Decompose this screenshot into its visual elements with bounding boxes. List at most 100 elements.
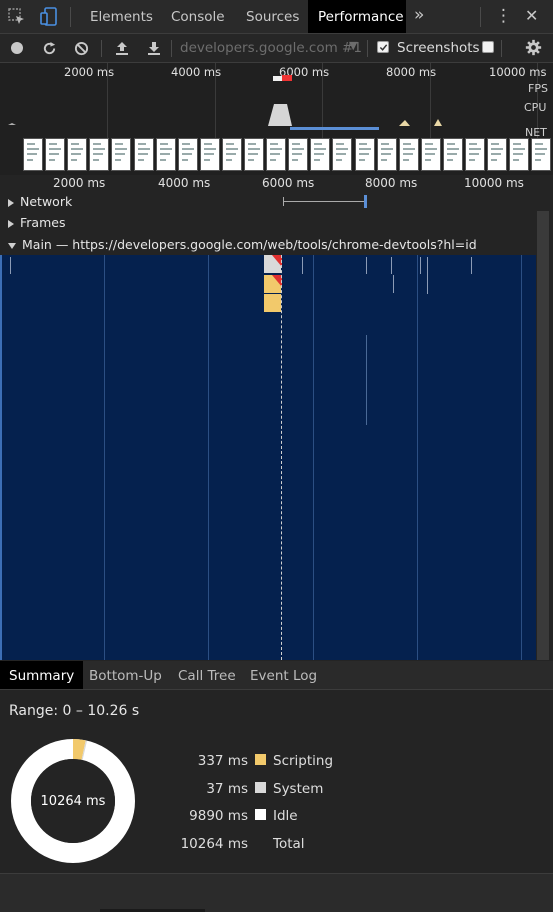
system-label: System — [273, 781, 323, 797]
toolbar-separator — [101, 40, 102, 57]
overview-tick: 4000 ms — [171, 65, 221, 79]
track-label: Main — https://developers.google.com/web… — [22, 237, 477, 252]
screenshot-thumbnail[interactable] — [266, 138, 286, 171]
tab-call-tree[interactable]: Call Tree — [169, 661, 245, 689]
tab-separator — [70, 7, 71, 27]
devtools-tabbar: Elements Console Sources Performance » ⋮… — [0, 0, 553, 34]
fps-label: FPS — [528, 82, 548, 95]
flame-scrollbar[interactable] — [537, 211, 549, 660]
network-request-bar[interactable] — [283, 201, 365, 202]
tab-bottom-up[interactable]: Bottom-Up — [80, 661, 171, 689]
track-main[interactable]: Main — https://developers.google.com/web… — [0, 234, 537, 255]
tab-event-log[interactable]: Event Log — [241, 661, 326, 689]
expand-arrow-icon[interactable] — [8, 199, 14, 207]
grid-line — [417, 255, 418, 660]
screenshot-thumbnail[interactable] — [134, 138, 154, 171]
kebab-menu-icon[interactable]: ⋮ — [495, 6, 512, 26]
task-tick[interactable] — [393, 275, 394, 293]
task-tick[interactable] — [302, 257, 303, 274]
screenshot-thumbnail[interactable] — [89, 138, 109, 171]
screenshot-thumbnail[interactable] — [443, 138, 463, 171]
task-tick[interactable] — [366, 335, 367, 425]
grid-line — [313, 255, 314, 660]
screenshots-label: Screenshots — [397, 40, 480, 56]
grid-line — [521, 255, 522, 660]
tab-console[interactable]: Console — [161, 0, 235, 33]
task-tick[interactable] — [420, 257, 421, 274]
task-tick[interactable] — [366, 257, 367, 274]
screenshots-checkbox[interactable] — [377, 41, 389, 53]
tab-performance[interactable]: Performance — [308, 0, 406, 33]
memory-checkbox[interactable] — [482, 41, 494, 53]
task-tick[interactable] — [471, 257, 472, 274]
performance-toolbar: developers.google.com #1 ▼ Screenshots — [0, 34, 553, 63]
record-icon[interactable] — [11, 42, 23, 54]
upload-icon[interactable] — [112, 38, 132, 58]
screenshot-thumbnail[interactable] — [399, 138, 419, 171]
screenshot-thumbnail[interactable] — [222, 138, 242, 171]
overview-tick: 8000 ms — [386, 65, 436, 79]
cpu-chart — [0, 98, 537, 128]
scripting-label: Scripting — [273, 753, 333, 769]
tab-summary[interactable]: Summary — [0, 661, 83, 689]
screenshot-thumbnail[interactable] — [178, 138, 198, 171]
toolbar-separator — [367, 40, 368, 57]
screenshot-thumbnail[interactable] — [310, 138, 330, 171]
track-network[interactable]: Network — [0, 191, 537, 212]
screenshot-thumbnail[interactable] — [355, 138, 375, 171]
task-tick[interactable] — [427, 257, 428, 294]
net-activity-bar — [290, 127, 379, 130]
screenshot-thumbnail[interactable] — [487, 138, 507, 171]
more-tabs-icon[interactable]: » — [414, 5, 424, 25]
drawer-status-bar — [0, 873, 553, 912]
task-block-scripting[interactable] — [264, 294, 281, 312]
main-thread-flame-chart[interactable] — [0, 255, 536, 660]
timeline-ruler: 2000 ms 4000 ms 6000 ms 8000 ms 10000 ms — [0, 175, 553, 191]
track-label: Frames — [20, 215, 65, 230]
profile-select[interactable]: developers.google.com #1 — [180, 40, 362, 56]
total-label: Total — [273, 836, 305, 852]
screenshot-thumbnail[interactable] — [509, 138, 529, 171]
idle-value: 9890 ms — [170, 808, 248, 824]
donut-total-label: 10264 ms — [11, 794, 135, 809]
device-toolbar-icon[interactable] — [38, 6, 60, 28]
screenshot-thumbnail[interactable] — [45, 138, 65, 171]
details-tabbar: Summary Bottom-Up Call Tree Event Log — [0, 661, 553, 690]
screenshot-thumbnail[interactable] — [23, 138, 43, 171]
network-request-end — [364, 195, 367, 208]
screenshot-thumbnail[interactable] — [156, 138, 176, 171]
close-icon[interactable]: ✕ — [525, 6, 538, 25]
expand-arrow-icon[interactable] — [8, 220, 14, 228]
donut-segment-scripting — [73, 749, 84, 750]
download-icon[interactable] — [144, 38, 164, 58]
tab-elements[interactable]: Elements — [80, 0, 163, 33]
collapse-arrow-icon[interactable] — [8, 243, 16, 249]
idle-swatch — [255, 809, 266, 820]
inspect-element-icon[interactable] — [6, 6, 28, 28]
time-cursor — [281, 255, 282, 660]
clear-icon[interactable] — [71, 38, 91, 58]
screenshot-thumbnail[interactable] — [421, 138, 441, 171]
overview-tick: 10000 ms — [489, 65, 546, 79]
screenshot-thumbnail[interactable] — [111, 138, 131, 171]
timeline-tick: 2000 ms — [53, 176, 105, 190]
chevron-down-icon[interactable]: ▼ — [349, 39, 357, 52]
selection-edge — [0, 255, 2, 660]
screenshot-thumbnail[interactable] — [332, 138, 352, 171]
screenshot-thumbnail[interactable] — [531, 138, 551, 171]
task-tick[interactable] — [10, 257, 11, 274]
overview-tick: 2000 ms — [64, 65, 114, 79]
total-value: 10264 ms — [170, 836, 248, 852]
track-frames[interactable]: Frames — [0, 212, 537, 233]
screenshot-thumbnail[interactable] — [288, 138, 308, 171]
reload-record-icon[interactable] — [39, 38, 59, 58]
task-tick[interactable] — [391, 257, 392, 274]
screenshot-thumbnail[interactable] — [200, 138, 220, 171]
screenshot-thumbnail[interactable] — [244, 138, 264, 171]
gear-icon[interactable] — [523, 37, 543, 57]
tab-sources[interactable]: Sources — [236, 0, 309, 33]
screenshot-thumbnail[interactable] — [67, 138, 87, 171]
grid-line — [104, 255, 105, 660]
screenshot-thumbnail[interactable] — [465, 138, 485, 171]
screenshot-thumbnail[interactable] — [377, 138, 397, 171]
